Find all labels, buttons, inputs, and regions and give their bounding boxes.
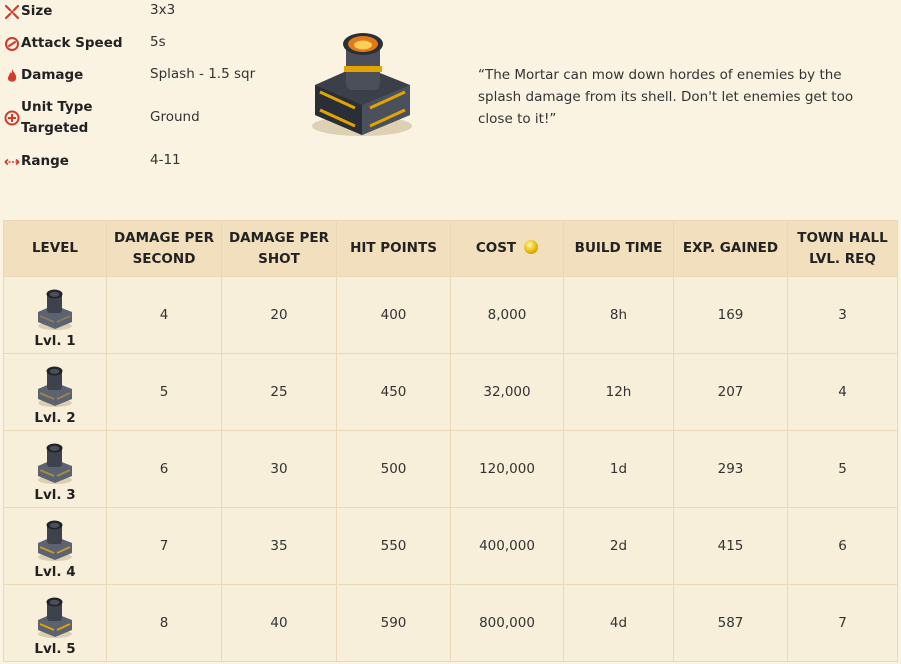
dps-cell: 5 [106, 353, 222, 431]
attack-speed-icon [5, 37, 19, 51]
table-row: Lvl. 2 5 25 450 32,000 12h 207 4 [3, 353, 898, 431]
target-icon [4, 110, 20, 126]
header-build-time: BUILD TIME [563, 220, 674, 277]
level-cell: Lvl. 1 [3, 276, 107, 354]
town-hall-req-cell: 3 [787, 276, 898, 354]
level-label: Lvl. 2 [34, 409, 76, 426]
stat-label: Attack Speed [21, 35, 123, 51]
build-time-cell: 12h [563, 353, 674, 431]
cost-cell: 32,000 [450, 353, 564, 431]
dps-cell: 7 [106, 507, 222, 585]
hit-points-cell: 400 [336, 276, 451, 354]
cost-cell: 400,000 [450, 507, 564, 585]
cost-cell: 120,000 [450, 430, 564, 508]
level-label: Lvl. 4 [34, 563, 76, 580]
levels-table: LEVEL DAMAGE PER SECOND DAMAGE PER SHOT HI… [3, 220, 898, 662]
dps-cell: 8 [106, 584, 222, 662]
damage-per-shot-cell: 25 [221, 353, 337, 431]
damage-flame-icon [7, 69, 17, 82]
damage-per-shot-cell: 30 [221, 430, 337, 508]
damage-per-shot-cell: 40 [221, 584, 337, 662]
mortar-level-icon [38, 443, 72, 484]
stat-value: Splash - 1.5 sqr [150, 66, 256, 82]
level-cell: Lvl. 4 [3, 507, 107, 585]
level-cell: Lvl. 5 [3, 584, 107, 662]
table-header-row: LEVEL DAMAGE PER SECOND DAMAGE PER SHOT HI… [3, 220, 898, 277]
gold-coin-icon [524, 240, 539, 254]
level-label: Lvl. 1 [34, 332, 76, 349]
stat-label-line2: Targeted [21, 120, 89, 136]
build-time-cell: 8h [563, 276, 674, 354]
damage-per-shot-cell: 35 [221, 507, 337, 585]
exp-gained-cell: 293 [673, 430, 788, 508]
level-label: Lvl. 5 [34, 640, 76, 657]
table-row: Lvl. 4 7 35 550 400,000 2d 415 6 [3, 507, 898, 585]
exp-gained-cell: 207 [673, 353, 788, 431]
exp-gained-cell: 169 [673, 276, 788, 354]
header-hit-points: HIT POINTS [336, 220, 451, 277]
table-row: Lvl. 5 8 40 590 800,000 4d 587 7 [3, 584, 898, 662]
hit-points-cell: 500 [336, 430, 451, 508]
level-label: Lvl. 3 [34, 486, 76, 503]
level-cell: Lvl. 3 [3, 430, 107, 508]
town-hall-req-cell: 6 [787, 507, 898, 585]
stat-value: Ground [150, 109, 200, 125]
damage-per-shot-cell: 20 [221, 276, 337, 354]
build-time-cell: 1d [563, 430, 674, 508]
stat-row-size: Size 3x3 [0, 1, 300, 22]
size-icon [4, 4, 20, 20]
stat-value: 4-11 [150, 152, 181, 168]
dps-cell: 6 [106, 430, 222, 508]
mortar-level-icon [38, 366, 72, 407]
header-damage-per-second: DAMAGE PER SECOND [106, 220, 222, 277]
build-time-cell: 4d [563, 584, 674, 662]
description-quote: “The Mortar can mow down hordes of enemi… [478, 67, 854, 127]
mortar-image [312, 33, 412, 136]
stat-row-attack-speed: Attack Speed 5s [0, 33, 300, 54]
table-row: Lvl. 3 6 30 500 120,000 1d 293 5 [3, 430, 898, 508]
town-hall-req-cell: 5 [787, 430, 898, 508]
stat-label-line1: Unit Type [21, 99, 93, 115]
stat-value: 3x3 [150, 2, 176, 18]
range-icon [4, 158, 20, 166]
exp-gained-cell: 587 [673, 584, 788, 662]
cost-cell: 8,000 [450, 276, 564, 354]
hit-points-cell: 450 [336, 353, 451, 431]
hit-points-cell: 590 [336, 584, 451, 662]
stat-label: Size [21, 3, 53, 19]
mortar-level-icon [38, 289, 72, 330]
header-level: LEVEL [3, 220, 107, 277]
header-cost: COST [450, 220, 564, 277]
stat-row-damage: Damage Splash - 1.5 sqr [0, 65, 300, 86]
cost-cell: 800,000 [450, 584, 564, 662]
table-row: Lvl. 1 4 20 400 8,000 8h 169 3 [3, 276, 898, 354]
dps-cell: 4 [106, 276, 222, 354]
exp-gained-cell: 415 [673, 507, 788, 585]
header-exp-gained: EXP. GAINED [673, 220, 788, 277]
mortar-level-icon [38, 520, 72, 561]
header-town-hall-req: TOWN HALL LVL. REQ [787, 220, 898, 277]
mortar-level-icon [38, 597, 72, 638]
stat-row-unit-type: Unit Type Targeted Ground [0, 97, 300, 139]
stat-label: Damage [21, 67, 84, 83]
level-cell: Lvl. 2 [3, 353, 107, 431]
town-hall-req-cell: 7 [787, 584, 898, 662]
stat-label: Range [21, 153, 69, 169]
town-hall-req-cell: 4 [787, 353, 898, 431]
build-time-cell: 2d [563, 507, 674, 585]
header-damage-per-shot: DAMAGE PER SHOT [221, 220, 337, 277]
stat-row-range: Range 4-11 [0, 151, 300, 172]
stat-value: 5s [150, 34, 166, 50]
hit-points-cell: 550 [336, 507, 451, 585]
